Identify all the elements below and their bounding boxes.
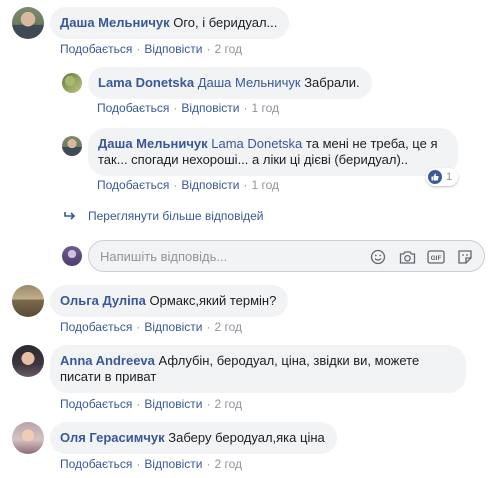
- comment: Оля Герасимчук Заберу беродуал,яка ціна: [12, 422, 337, 454]
- separator: ·: [136, 457, 141, 471]
- reply-comment: Lama Donetska Даша Мельничук Забрали.: [62, 67, 372, 99]
- avatar: [62, 246, 82, 266]
- reply-comment: Даша Мельничук Lama Donetska та мені не …: [62, 128, 458, 176]
- comment-text: Заберу беродуал,яка ціна: [168, 430, 325, 445]
- reply-link[interactable]: Відповісти: [181, 101, 239, 115]
- comment-actions: Подобається · Відповісти · 2 год: [60, 320, 242, 334]
- view-more-replies-label[interactable]: Переглянути більше відповідей: [88, 209, 263, 223]
- comment-bubble: Anna Andreeva Афлубін, беродуал, ціна, з…: [50, 345, 466, 393]
- like-link[interactable]: Подобається: [60, 457, 132, 471]
- comment-text: та мені не треба, це я: [305, 136, 438, 151]
- comment-actions: Подобається · Відповісти · 2 год: [60, 397, 242, 411]
- separator: ·: [243, 178, 248, 192]
- avatar[interactable]: [12, 7, 44, 39]
- reply-link[interactable]: Відповісти: [144, 320, 202, 334]
- comment-bubble: Даша Мельничук Ого, і беридуал...: [50, 7, 290, 39]
- reply-arrow-icon: [64, 212, 76, 220]
- reaction-count: 1: [446, 171, 453, 183]
- comment-actions: Подобається · Відповісти · 1 год: [97, 178, 279, 192]
- separator: ·: [206, 397, 211, 411]
- separator: ·: [173, 178, 178, 192]
- mention-link[interactable]: Lama Donetska: [211, 136, 302, 151]
- sticker-icon[interactable]: [456, 248, 474, 266]
- camera-icon[interactable]: [398, 248, 416, 266]
- reply-input[interactable]: [100, 248, 370, 264]
- comment-bubble: Ольга Дуліпа Ормакс,який термін?: [50, 285, 289, 317]
- avatar[interactable]: [12, 285, 44, 317]
- comment-author[interactable]: Даша Мельничук: [60, 15, 170, 30]
- comment-author[interactable]: Lama Donetska: [98, 75, 194, 90]
- separator: ·: [206, 42, 211, 56]
- comment-text: Ого, і беридуал...: [173, 15, 278, 30]
- gif-icon[interactable]: GIF: [427, 248, 445, 266]
- separator: ·: [206, 457, 211, 471]
- view-more-replies[interactable]: Переглянути більше відповідей: [64, 209, 263, 223]
- comment-text: Забрали.: [304, 75, 360, 90]
- comment-time[interactable]: 2 год: [214, 42, 242, 56]
- separator: ·: [173, 101, 178, 115]
- comment: Anna Andreeva Афлубін, беродуал, ціна, з…: [12, 345, 466, 393]
- comment-text: Афлубін, беродуал, ціна, звідки ви, може…: [158, 353, 420, 368]
- reply-link[interactable]: Відповісти: [181, 178, 239, 192]
- like-link[interactable]: Подобається: [60, 320, 132, 334]
- reply-icons: GIF: [369, 248, 474, 266]
- svg-text:GIF: GIF: [431, 255, 442, 262]
- like-link[interactable]: Подобається: [97, 101, 169, 115]
- separator: ·: [136, 320, 141, 334]
- comment-bubble: Оля Герасимчук Заберу беродуал,яка ціна: [50, 422, 337, 454]
- mention-link[interactable]: Даша Мельничук: [198, 75, 301, 90]
- separator: ·: [206, 320, 211, 334]
- comment-bubble: Даша Мельничук Lama Donetska та мені не …: [88, 128, 458, 176]
- reply-link[interactable]: Відповісти: [144, 397, 202, 411]
- comment-actions: Подобається · Відповісти · 1 год: [97, 101, 279, 115]
- comment-time[interactable]: 2 год: [214, 320, 242, 334]
- comment-time[interactable]: 1 год: [251, 101, 279, 115]
- comment-text: писати в приват: [60, 369, 157, 384]
- comment-text: так... спогади нехороші... а ліки ці діє…: [98, 152, 409, 167]
- like-link[interactable]: Подобається: [60, 397, 132, 411]
- avatar[interactable]: [12, 345, 44, 377]
- like-link[interactable]: Подобається: [60, 42, 132, 56]
- emoji-icon[interactable]: [369, 248, 387, 266]
- comment-time[interactable]: 1 год: [251, 178, 279, 192]
- comment-author[interactable]: Anna Andreeva: [60, 353, 155, 368]
- reply-box[interactable]: GIF: [88, 240, 485, 272]
- comment-time[interactable]: 2 год: [214, 397, 242, 411]
- comment-actions: Подобається · Відповісти · 2 год: [60, 42, 242, 56]
- comment: Даша Мельничук Ого, і беридуал...: [12, 7, 290, 39]
- comment: Ольга Дуліпа Ормакс,який термін?: [12, 285, 289, 317]
- comment-text: Ормакс,який термін?: [149, 293, 277, 308]
- comment-bubble: Lama Donetska Даша Мельничук Забрали.: [88, 67, 372, 99]
- comment-author[interactable]: Оля Герасимчук: [60, 430, 165, 445]
- reply-link[interactable]: Відповісти: [144, 42, 202, 56]
- comment-actions: Подобається · Відповісти · 2 год: [60, 457, 242, 471]
- separator: ·: [243, 101, 248, 115]
- avatar[interactable]: [62, 136, 82, 156]
- reply-link[interactable]: Відповісти: [144, 457, 202, 471]
- like-link[interactable]: Подобається: [97, 178, 169, 192]
- like-icon: [428, 170, 442, 184]
- separator: ·: [136, 42, 141, 56]
- avatar[interactable]: [62, 73, 82, 93]
- avatar[interactable]: [12, 422, 44, 454]
- comment-author[interactable]: Даша Мельничук: [98, 136, 208, 151]
- separator: ·: [136, 397, 141, 411]
- comment-time[interactable]: 2 год: [214, 457, 242, 471]
- comment-author[interactable]: Ольга Дуліпа: [60, 293, 146, 308]
- reaction-badge[interactable]: 1: [426, 168, 459, 186]
